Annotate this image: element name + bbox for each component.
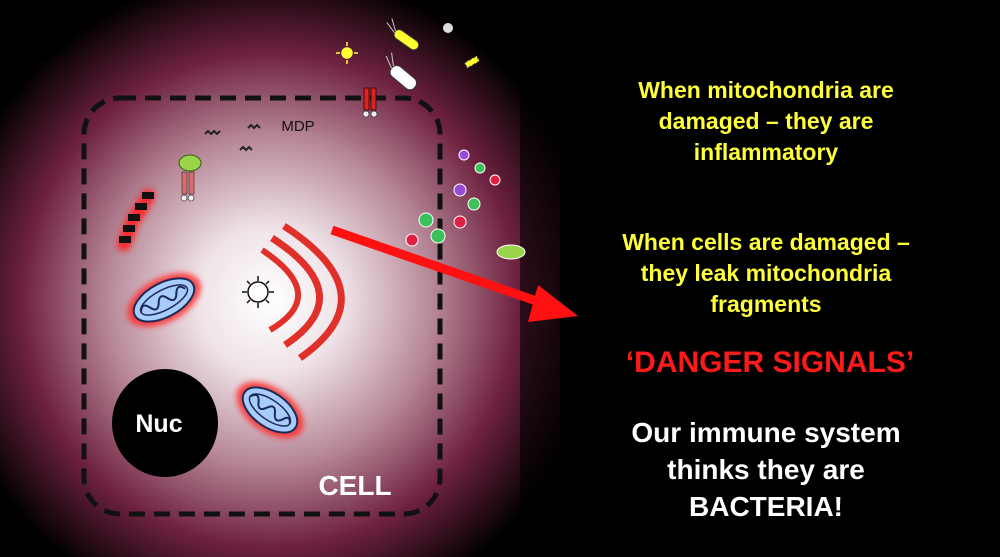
- nucleus-label: Nuc: [135, 410, 183, 438]
- statement-line: When cells are damaged –: [622, 229, 910, 255]
- statement-line: Our immune system: [631, 417, 901, 448]
- statement-line: damaged – they are: [658, 108, 874, 134]
- statement-line: inflammatory: [693, 139, 839, 165]
- statement-line: When mitochondria are: [638, 77, 894, 103]
- mitochondria-damaged-statement: When mitochondria are damaged – they are…: [586, 75, 946, 168]
- statement-line: thinks they are: [667, 454, 865, 485]
- mdp-label: MDP: [281, 118, 315, 135]
- danger-signals-heading: ‘DANGER SIGNALS’: [625, 346, 915, 379]
- immune-system-statement: Our immune system thinks they are BACTER…: [566, 414, 966, 525]
- statement-line: BACTERIA!: [689, 491, 843, 522]
- statement-line: they leak mitochondria: [640, 260, 892, 286]
- slide: MDP Nuc CELL When mitochondria are damag…: [0, 0, 1000, 557]
- cell-label: CELL: [318, 470, 392, 501]
- statement-line: fragments: [710, 291, 822, 317]
- cells-damaged-statement: When cells are damaged – they leak mitoc…: [586, 227, 946, 320]
